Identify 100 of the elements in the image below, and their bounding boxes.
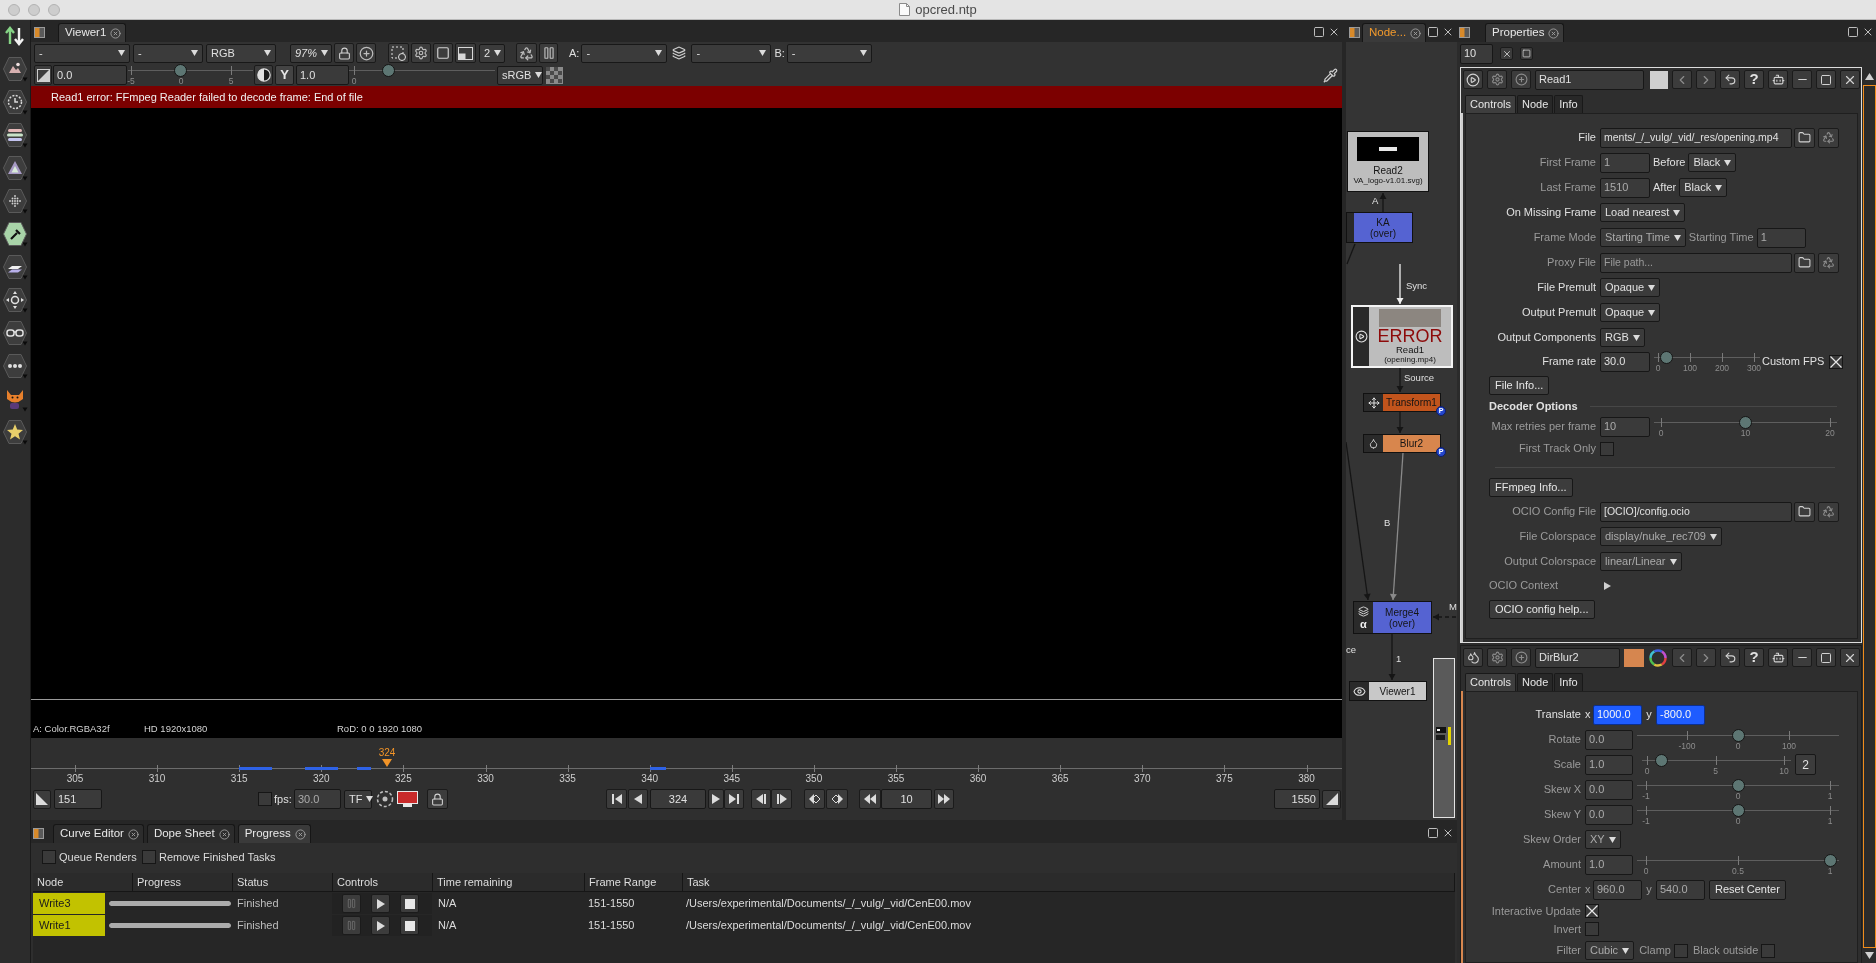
slider-thumb[interactable] [1654, 753, 1668, 767]
layers-icon[interactable] [672, 46, 687, 60]
input-field[interactable]: 1000.0 [1593, 704, 1642, 725]
fast-forward-button[interactable] [934, 789, 954, 809]
tab[interactable]: Progress [237, 824, 311, 843]
tab[interactable]: Curve Editor [53, 824, 144, 843]
slider-thumb[interactable] [1731, 728, 1745, 742]
diagonal-square-button[interactable] [33, 789, 51, 809]
pane-menu-icon[interactable] [1349, 27, 1360, 38]
input-field[interactable]: 1550 [1274, 789, 1320, 809]
slider-thumb[interactable] [1660, 350, 1674, 364]
input-field[interactable]: 0.0 [1585, 729, 1633, 750]
recycle-button[interactable] [1818, 252, 1839, 273]
tab[interactable]: Dope Sheet [146, 824, 235, 843]
column-header[interactable]: Node [33, 873, 133, 892]
checkbox[interactable] [258, 792, 272, 806]
dropdown[interactable]: Load nearest [1600, 203, 1686, 222]
close-icon[interactable] [110, 27, 122, 39]
dropdown[interactable]: - [691, 43, 772, 63]
diamond-forward-button[interactable] [826, 789, 848, 809]
color-wheel-icon[interactable] [1648, 647, 1668, 668]
dropdown[interactable]: linear/Linear [1600, 552, 1682, 571]
action-button[interactable]: FFmpeg Info... [1489, 477, 1573, 497]
input-field[interactable]: 1.0 [1585, 754, 1633, 775]
input-field[interactable]: 540.0 [1656, 879, 1705, 900]
dropdown[interactable]: RGB [206, 43, 276, 63]
settings-button[interactable] [411, 43, 431, 63]
input-field[interactable]: 1 [1600, 152, 1650, 173]
step-forward-button[interactable] [771, 789, 792, 809]
recycle-button[interactable] [1818, 501, 1839, 522]
action-button[interactable]: Reset Center [1709, 879, 1786, 900]
input-field[interactable]: DirBlur2 [1535, 647, 1620, 668]
table-cell[interactable]: Write3 [33, 893, 105, 914]
input-field[interactable]: 10 [1600, 416, 1650, 437]
undo-button[interactable] [1720, 70, 1740, 89]
checkbox[interactable] [1673, 943, 1688, 958]
input-field[interactable]: 1.0 [1585, 854, 1633, 875]
dropdown[interactable]: Black [1679, 178, 1728, 197]
dropdown[interactable]: Cubic [1585, 941, 1635, 960]
column-header[interactable]: Status [233, 873, 333, 892]
slider-track[interactable] [1637, 853, 1839, 867]
tab[interactable]: Viewer1 [58, 23, 127, 42]
close-icon[interactable] [1442, 827, 1454, 839]
input-field[interactable]: 30.0 [1600, 351, 1650, 372]
settings-button[interactable] [1487, 648, 1507, 667]
tab[interactable]: Node [1516, 95, 1554, 113]
close-icon[interactable] [1410, 27, 1422, 39]
input-field[interactable]: 30.0 [294, 789, 341, 809]
input-field[interactable]: 10 [881, 789, 932, 809]
recycle-button[interactable] [1818, 127, 1839, 148]
dropdown[interactable]: - [34, 43, 130, 63]
input-field[interactable]: 10 [1460, 43, 1493, 64]
tab[interactable]: Node... [1362, 23, 1427, 42]
pane-menu-icon[interactable] [34, 27, 45, 38]
dropdown[interactable]: display/nuke_rec709 [1600, 527, 1722, 546]
slider-track[interactable] [1637, 728, 1839, 742]
slider-thumb[interactable] [1731, 778, 1745, 792]
step-back-button[interactable] [751, 789, 771, 809]
move-icon[interactable] [2, 287, 28, 313]
clock-icon[interactable] [2, 89, 28, 115]
lock-button[interactable] [334, 43, 354, 63]
pipette-icon[interactable] [2, 221, 28, 247]
pane-menu-icon[interactable] [1459, 27, 1470, 38]
lock-button[interactable] [427, 789, 448, 809]
color-swatch-icon[interactable] [1650, 70, 1668, 89]
contrast-button[interactable] [254, 65, 273, 85]
stripes-icon[interactable] [2, 122, 28, 148]
dropdown[interactable]: - [133, 43, 203, 63]
viewer-node[interactable]: Viewer1 [1349, 681, 1427, 701]
input-field[interactable]: 151 [54, 789, 102, 809]
image-icon[interactable] [2, 56, 28, 82]
play-button[interactable] [371, 916, 390, 935]
droplets-button[interactable] [1463, 648, 1483, 667]
maximize-icon[interactable] [1313, 26, 1325, 38]
rewind-button[interactable] [859, 789, 881, 809]
expand-arrow-icon[interactable] [1604, 581, 1612, 590]
dropdown[interactable]: Opaque [1600, 303, 1661, 322]
viewer-canvas[interactable]: A: Color.RGBA32f HD 1920x1080 RoD: 0 0 1920 1080 [31, 108, 1342, 738]
previous-button[interactable] [1672, 648, 1692, 667]
folder-button[interactable] [1794, 127, 1815, 148]
minimap-drawing[interactable] [1433, 658, 1455, 818]
close-button[interactable] [1500, 47, 1513, 60]
input-field[interactable]: 1.0 [296, 65, 349, 85]
maximize-icon[interactable] [1427, 26, 1439, 38]
column-header[interactable]: Controls [333, 873, 433, 892]
minimize-button[interactable] [1792, 70, 1812, 89]
diamond-back-button[interactable] [804, 789, 825, 809]
star-icon[interactable] [2, 419, 28, 445]
close-button[interactable] [1840, 648, 1860, 667]
input-field[interactable]: [OCIO]/config.ocio [1600, 501, 1792, 522]
dashed-circle-icon[interactable] [376, 790, 394, 808]
input-field[interactable]: 0.0 [1585, 779, 1633, 800]
square-button[interactable] [433, 43, 453, 63]
input-field[interactable]: 960.0 [1593, 879, 1642, 900]
checkbox[interactable] [1829, 354, 1844, 369]
dropdown[interactable]: RGB [1600, 328, 1645, 347]
maximize-icon[interactable] [1427, 827, 1439, 839]
pipette-icon[interactable] [1323, 67, 1338, 83]
input-field[interactable]: 0.0 [1585, 804, 1633, 825]
stop-button[interactable] [400, 894, 419, 913]
